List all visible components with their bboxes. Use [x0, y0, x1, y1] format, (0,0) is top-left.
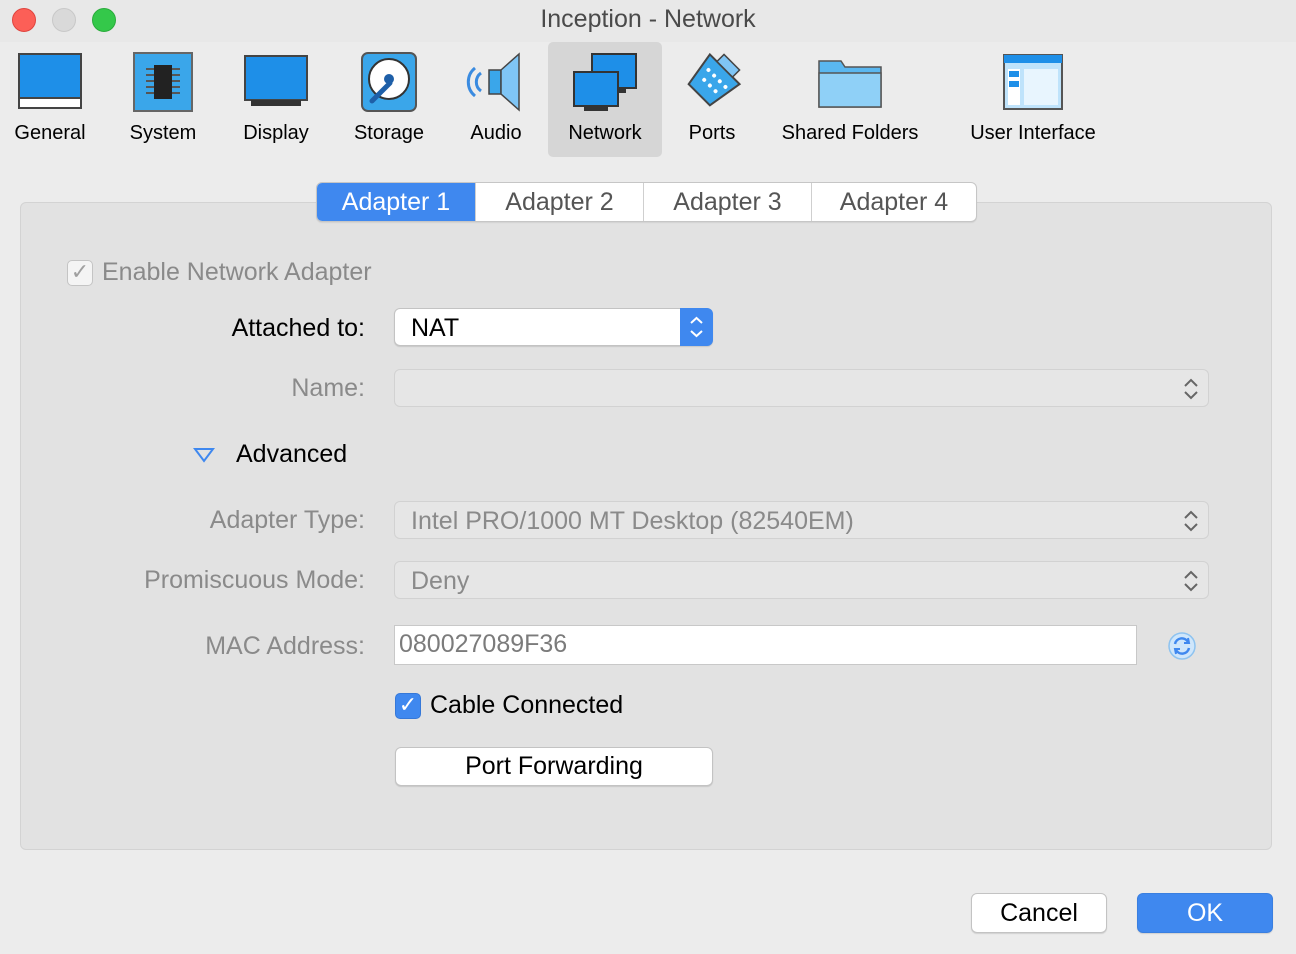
toolbar-network[interactable]: Network [548, 42, 662, 157]
mac-address-field[interactable]: 080027089F36 [394, 625, 1137, 665]
enable-adapter-checkbox[interactable]: ✓ [67, 259, 93, 286]
toolbar-ports-label: Ports [688, 122, 736, 144]
refresh-icon[interactable] [1166, 630, 1198, 662]
promiscuous-mode-label: Promiscuous Mode: [144, 566, 365, 594]
mac-address-label: MAC Address: [205, 632, 365, 660]
toolbar-shared-folders[interactable]: Shared Folders [770, 42, 930, 157]
toolbar-display[interactable]: Display [228, 42, 324, 157]
network-icon [548, 48, 662, 116]
checkmark-icon: ✓ [398, 692, 418, 717]
toolbar-audio-label: Audio [470, 122, 522, 144]
speaker-icon [452, 48, 540, 116]
chevron-updown-icon [1184, 510, 1198, 532]
tab-adapter-3[interactable]: Adapter 3 [643, 183, 811, 221]
window-title: Inception - Network [540, 5, 756, 33]
monitor-icon [228, 48, 324, 116]
toolbar-network-label: Network [568, 122, 642, 144]
adapter-tabs: Adapter 1 Adapter 2 Adapter 3 Adapter 4 [316, 182, 977, 222]
toolbar-ports[interactable]: Ports [670, 42, 754, 157]
promiscuous-mode-select[interactable]: Deny [394, 561, 1209, 599]
toolbar-general[interactable]: General [2, 42, 98, 157]
toolbar-user-interface[interactable]: User Interface [956, 42, 1110, 157]
toolbar-system[interactable]: System [114, 42, 212, 157]
name-select[interactable] [394, 369, 1209, 407]
serial-port-icon [670, 48, 754, 116]
cancel-button[interactable]: Cancel [971, 893, 1107, 933]
attached-to-select[interactable]: NAT [394, 308, 713, 346]
adapter-type-value: Intel PRO/1000 MT Desktop (82540EM) [411, 507, 854, 535]
toolbar-storage-label: Storage [353, 122, 425, 144]
chevron-updown-icon [1184, 570, 1198, 592]
general-icon [2, 48, 98, 116]
toolbar-system-label: System [129, 122, 197, 144]
chevron-updown-icon [1184, 378, 1198, 400]
tab-adapter-1[interactable]: Adapter 1 [317, 183, 475, 221]
toolbar-audio[interactable]: Audio [452, 42, 540, 157]
disclosure-triangle-icon[interactable] [193, 446, 215, 464]
advanced-label[interactable]: Advanced [236, 440, 347, 469]
enable-adapter-label: Enable Network Adapter [102, 258, 372, 286]
folder-icon [770, 48, 930, 116]
hard-disk-icon [340, 48, 438, 116]
cable-connected-label: Cable Connected [430, 691, 624, 719]
chip-icon [114, 48, 212, 116]
window-layout-icon [956, 48, 1110, 116]
toolbar-display-label: Display [243, 122, 309, 144]
checkmark-icon: ✓ [70, 259, 90, 284]
title-bar: Inception - Network [0, 0, 1296, 42]
toolbar-general-label: General [14, 122, 86, 144]
port-forwarding-button[interactable]: Port Forwarding [395, 747, 713, 786]
adapter-type-select[interactable]: Intel PRO/1000 MT Desktop (82540EM) [394, 501, 1209, 539]
tab-adapter-2[interactable]: Adapter 2 [475, 183, 643, 221]
cable-connected-checkbox[interactable]: ✓ [395, 692, 421, 719]
promiscuous-mode-value: Deny [411, 567, 470, 595]
toolbar-user-interface-label: User Interface [970, 122, 1096, 144]
attached-to-value: NAT [411, 314, 460, 342]
attached-to-label: Attached to: [231, 314, 365, 342]
name-label: Name: [291, 374, 365, 402]
tab-adapter-4[interactable]: Adapter 4 [811, 183, 976, 221]
stepper-icon [680, 308, 713, 346]
ok-button[interactable]: OK [1137, 893, 1273, 933]
toolbar-shared-folders-label: Shared Folders [781, 122, 919, 144]
toolbar-storage[interactable]: Storage [340, 42, 438, 157]
adapter-type-label: Adapter Type: [209, 506, 365, 534]
